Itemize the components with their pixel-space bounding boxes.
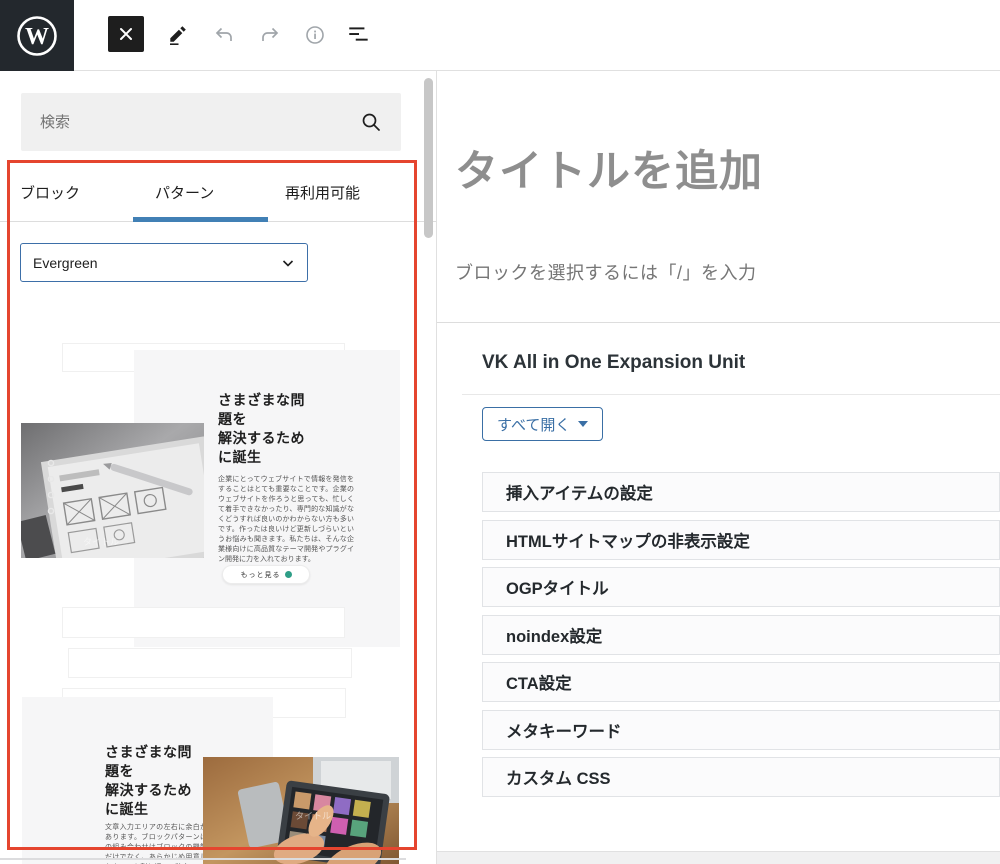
block-appender-hint[interactable]: ブロックを選択するには「/」を入力: [455, 259, 757, 285]
more-button-label: もっと見る: [241, 570, 281, 580]
tab-blocks[interactable]: ブロック: [20, 182, 80, 203]
wordpress-logo-icon: W: [16, 15, 58, 57]
search-input[interactable]: [21, 114, 359, 131]
section-cta[interactable]: CTA設定: [482, 662, 1000, 702]
redo-button[interactable]: [256, 21, 284, 49]
close-inserter-button[interactable]: [108, 16, 144, 52]
metabox-section-list: 挿入アイテムの設定 HTMLサイトマップの非表示設定 OGPタイトル noind…: [482, 472, 1000, 797]
section-insert-items[interactable]: 挿入アイテムの設定: [482, 472, 1000, 512]
close-icon: [118, 26, 134, 42]
editor-toolbar: W: [0, 0, 1000, 71]
wordpress-block-editor: W: [0, 0, 1000, 864]
open-all-button[interactable]: すべて開く: [482, 407, 603, 441]
pattern1-decor-box2: [62, 607, 345, 638]
inserter-tabs: ブロック パターン 再利用可能: [0, 166, 437, 222]
edit-mode-button[interactable]: [164, 21, 192, 49]
tab-patterns[interactable]: パターン: [155, 182, 214, 203]
undo-button[interactable]: [210, 21, 238, 49]
caret-down-icon: [578, 421, 588, 427]
sidebar-bottom-divider: [0, 858, 406, 860]
list-view-icon: [346, 22, 372, 48]
svg-text:W: W: [25, 24, 49, 50]
post-title-placeholder[interactable]: タイトルを追加: [455, 147, 763, 199]
wordpress-logo[interactable]: W: [0, 0, 74, 71]
pattern-category-select[interactable]: Evergreen: [20, 243, 308, 282]
tab-reusable[interactable]: 再利用可能: [285, 182, 360, 203]
section-custom-css[interactable]: カスタム CSS: [482, 757, 1000, 797]
search-icon: [359, 110, 383, 134]
pattern1-heading: さまざまな問 題を 解決するため に誕生: [218, 391, 358, 467]
pattern1-more-button: もっと見る: [222, 565, 310, 584]
svg-text:タイトル: タイトル: [83, 537, 119, 547]
pattern-category-value: Evergreen: [33, 255, 98, 271]
section-meta-keywords[interactable]: メタキーワード: [482, 710, 1000, 750]
inserter-sidebar: ブロック パターン 再利用可能 Evergreen: [0, 71, 437, 864]
content-bottom-background: [437, 851, 1000, 864]
metabox-title: VK All in One Expansion Unit: [482, 352, 745, 374]
editor-canvas: タイトルを追加 ブロックを選択するには「/」を入力 VK All in One …: [437, 71, 1000, 864]
pattern-search-box[interactable]: [21, 93, 401, 151]
redo-arrow-icon: [258, 23, 282, 47]
list-view-button[interactable]: [345, 21, 373, 49]
details-button[interactable]: [301, 21, 329, 49]
open-all-label: すべて開く: [497, 414, 570, 435]
info-icon: [303, 23, 327, 47]
metabox-top-divider: [437, 322, 1000, 323]
chevron-down-icon: [281, 256, 295, 270]
pattern1-preview-image: タイトル: [21, 423, 204, 558]
pencil-icon: [166, 23, 190, 47]
section-noindex[interactable]: noindex設定: [482, 615, 1000, 655]
active-tab-indicator: [133, 217, 268, 222]
arrow-circle-icon: [285, 571, 292, 578]
section-ogp-title[interactable]: OGPタイトル: [482, 567, 1000, 607]
pattern1-body-text: 企業にとってウェブサイトで情報を発信をすることはとても重要なことです。企業のウェ…: [218, 475, 354, 565]
section-html-sitemap[interactable]: HTMLサイトマップの非表示設定: [482, 520, 1000, 560]
undo-arrow-icon: [212, 23, 236, 47]
pattern2-preview-image: タイトル: [203, 757, 399, 864]
metabox-title-rule: [462, 394, 1000, 395]
pattern1-decor-box3: [68, 648, 352, 678]
svg-text:タイトル: タイトル: [295, 811, 331, 821]
sidebar-scrollbar[interactable]: [424, 78, 433, 238]
